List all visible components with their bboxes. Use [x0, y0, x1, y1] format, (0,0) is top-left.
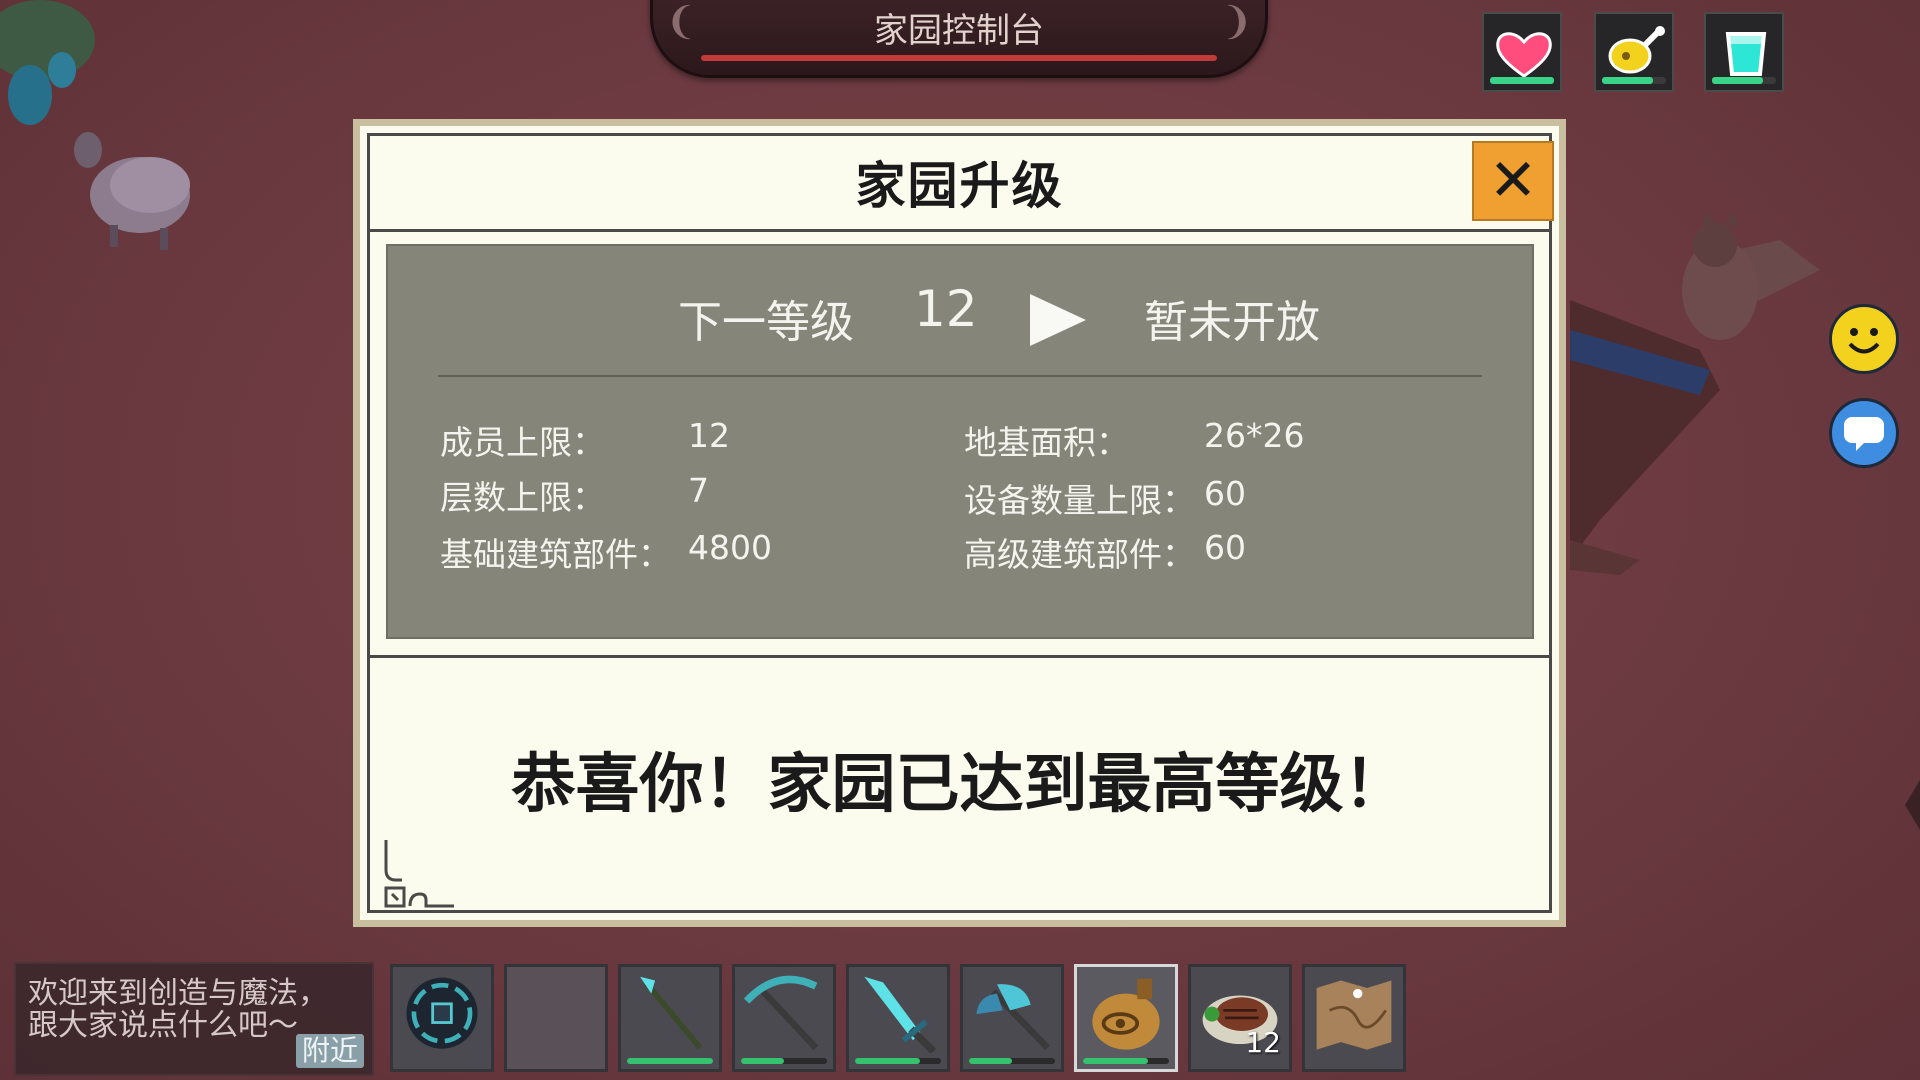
panel-divider	[438, 375, 1482, 377]
chat-line-2: 跟大家说点什么吧～	[28, 1008, 298, 1043]
corner-ornament-icon	[384, 840, 454, 908]
member-limit-label: 成员上限：	[440, 423, 605, 462]
banner-progress-bar	[701, 55, 1217, 61]
thirst-status[interactable]	[1704, 12, 1784, 92]
sheep-creature	[74, 132, 190, 250]
hunger-meter	[1602, 77, 1666, 84]
hotbar-slot[interactable]	[1302, 964, 1406, 1072]
meat-icon	[1608, 26, 1665, 74]
pickaxe-icon	[743, 975, 819, 1051]
crystal-sword-icon	[864, 976, 937, 1054]
home-upgrade-dialog: 家园升级 ✕ 下一等级 12 暂未开放 成员上限： 12 地基面积： 26*26…	[353, 119, 1566, 927]
next-level-label: 下一等级	[678, 297, 854, 348]
upgrade-info-panel: 下一等级 12 暂未开放 成员上限： 12 地基面积： 26*26 层数上限： …	[386, 244, 1534, 639]
health-status[interactable]	[1482, 12, 1562, 92]
home-console-banner: ❨ 家园控制台 ❩	[650, 0, 1268, 78]
crystal-axe-icon	[976, 984, 1050, 1051]
chat-channel-badge[interactable]: 附近	[295, 1034, 364, 1068]
device-limit-label: 设备数量上限：	[964, 481, 1195, 520]
smiley-icon	[1848, 328, 1880, 354]
durability-bar	[855, 1058, 941, 1064]
play-arrow-icon	[1030, 294, 1086, 346]
hotbar-slot[interactable]	[846, 964, 950, 1072]
hotbar-slot[interactable]	[618, 964, 722, 1072]
foundation-area-label: 地基面积：	[964, 423, 1129, 462]
hotbar-slot[interactable]: 12	[1188, 964, 1292, 1072]
next-level-value: 12	[914, 280, 978, 338]
durability-bar	[969, 1058, 1055, 1064]
chat-box[interactable]: 欢迎来到创造与魔法， 跟大家说点什么吧～ 附近	[14, 962, 374, 1076]
advanced-parts-value: 60	[1204, 528, 1246, 567]
hotbar-slot[interactable]	[732, 964, 836, 1072]
map-icon	[1316, 980, 1392, 1050]
member-limit-value: 12	[688, 416, 730, 455]
dialog-title: 家园升级	[855, 157, 1064, 215]
upgrade-status: 暂未开放	[1144, 297, 1320, 348]
hunger-status[interactable]	[1594, 12, 1674, 92]
floor-limit-value: 7	[688, 471, 709, 510]
chat-button[interactable]	[1829, 398, 1899, 468]
banner-title: 家园控制台	[874, 11, 1044, 51]
creature-top-left	[0, 0, 95, 125]
emoji-button[interactable]	[1829, 304, 1899, 374]
thirst-meter	[1712, 77, 1776, 84]
wooden-structure	[1570, 300, 1920, 830]
dialog-divider-bottom	[370, 655, 1549, 658]
device-limit-value: 60	[1204, 474, 1246, 513]
durability-bar	[1083, 1058, 1169, 1064]
close-icon: ✕	[1488, 146, 1538, 214]
hotbar-slot-empty[interactable]	[504, 964, 608, 1072]
basic-parts-label: 基础建筑部件：	[440, 535, 671, 574]
foundation-area-value: 26*26	[1204, 416, 1305, 455]
hotbar-slot[interactable]	[960, 964, 1064, 1072]
banner-right-ornament-icon: ❩	[1221, 0, 1253, 43]
item-count: 12	[1245, 1026, 1281, 1059]
water-flask-icon	[1092, 978, 1160, 1050]
durability-bar	[741, 1058, 827, 1064]
durability-bar	[627, 1058, 713, 1064]
hotbar-slot-selected[interactable]	[1074, 964, 1178, 1072]
health-meter	[1490, 77, 1554, 84]
heart-icon	[1496, 32, 1552, 78]
close-button[interactable]: ✕	[1472, 141, 1554, 221]
water-cup-icon	[1725, 32, 1767, 76]
advanced-parts-label: 高级建筑部件：	[964, 535, 1195, 574]
dialog-divider	[370, 229, 1549, 232]
bird-creature	[1682, 212, 1820, 340]
dark-orb-icon	[406, 977, 478, 1049]
crystal-staff-icon	[640, 976, 703, 1050]
floor-limit-label: 层数上限：	[440, 478, 605, 517]
speech-bubble-icon	[1844, 417, 1884, 451]
max-level-message: 恭喜你！家园已达到最高等级！	[511, 748, 1408, 822]
basic-parts-value: 4800	[688, 528, 772, 567]
hotbar-slot[interactable]	[390, 964, 494, 1072]
